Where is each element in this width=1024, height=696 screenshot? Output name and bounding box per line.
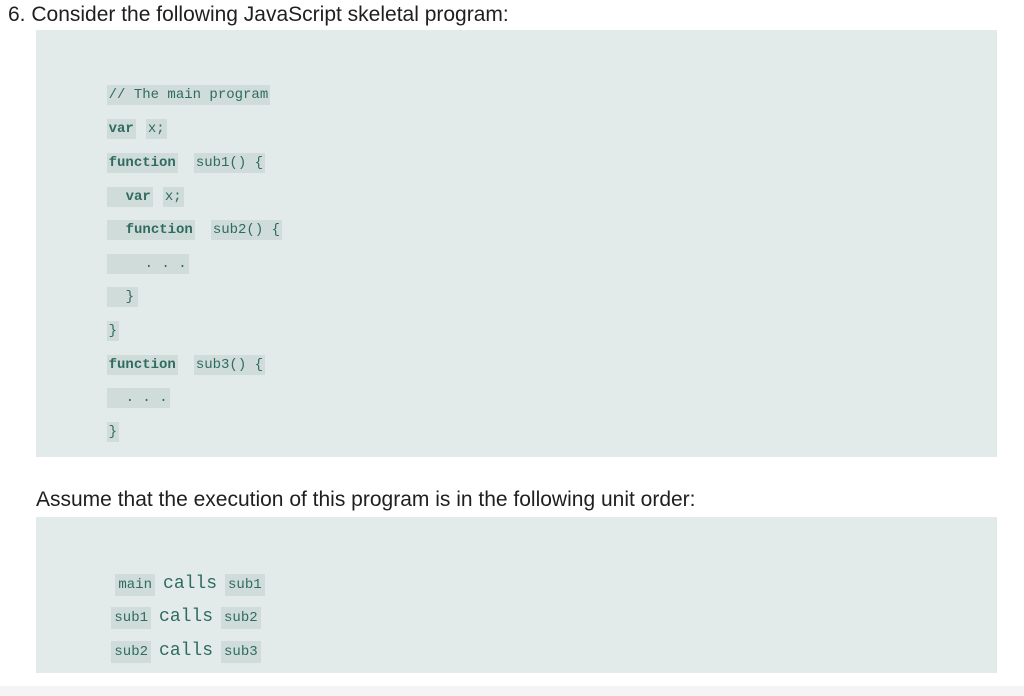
call-verb: calls xyxy=(159,641,214,661)
code-var-line: var x; xyxy=(73,99,167,139)
sub3-close-brace: } xyxy=(106,422,120,442)
call-order-row: main calls sub1 xyxy=(77,551,265,596)
unit-order-paragraph: Assume that the execution of this progra… xyxy=(36,488,696,511)
code-inner-var-line: var x; xyxy=(73,167,184,207)
code-sub1-line: function sub1() { xyxy=(73,133,266,173)
code-sub2-line: function sub2() { xyxy=(73,200,283,240)
code-block: // The main program var x; function sub1()… xyxy=(36,30,997,457)
code-sub3-body-line: . . . xyxy=(73,368,170,408)
callee: sub3 xyxy=(221,641,261,663)
call-order-row: sub1 calls sub2 xyxy=(73,584,261,629)
code-sub3-close-line: } xyxy=(73,402,120,442)
code-sub3-line: function sub3() { xyxy=(73,335,266,375)
question-title: 6. Consider the following JavaScript ske… xyxy=(8,3,509,26)
code-sub1-close-line: } xyxy=(73,301,120,341)
code-sub2-body-line: . . . xyxy=(73,234,189,274)
sub2-signature: sub2() { xyxy=(210,220,283,240)
call-order-block: main calls sub1 sub1 calls sub2 sub2 calls sub… xyxy=(36,517,997,673)
page-bottom-edge xyxy=(0,686,1024,696)
call-order-row: sub2 calls sub3 xyxy=(73,618,261,663)
sub3-signature: sub3() { xyxy=(193,355,266,375)
code-comment-line: // The main program xyxy=(73,65,271,105)
sub1-signature: sub1() { xyxy=(193,153,266,173)
code-sub2-close-line: } xyxy=(73,267,139,307)
caller: sub2 xyxy=(111,641,152,663)
